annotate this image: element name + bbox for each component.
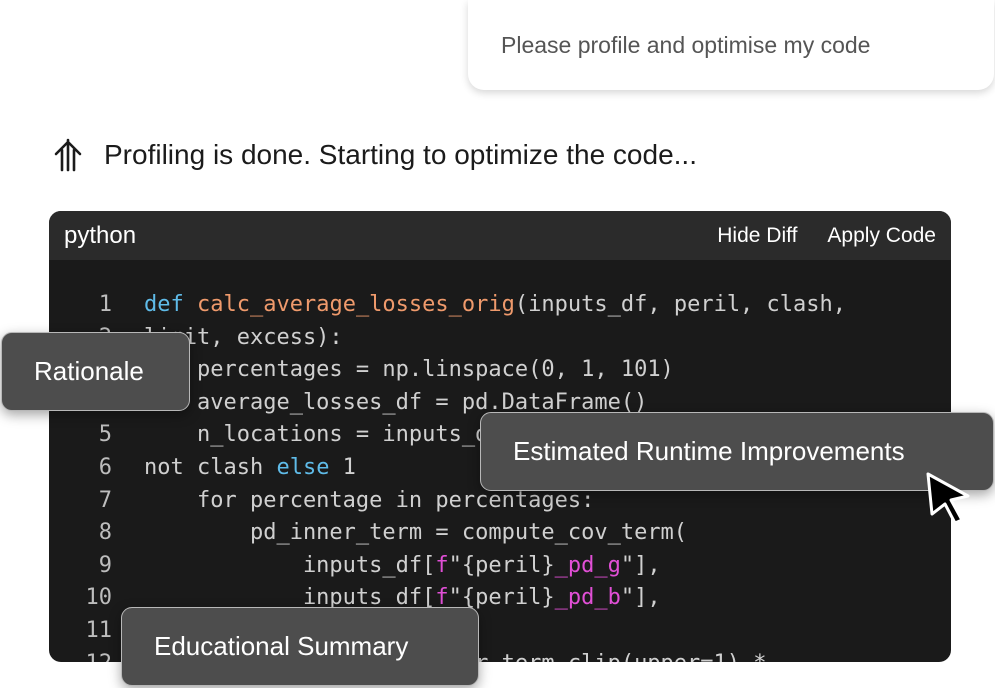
line-number: 5	[98, 422, 112, 448]
line-number: 12	[49, 648, 113, 662]
code-token: for percentage in percentages:	[144, 487, 595, 513]
code-token: _pd_g	[554, 552, 621, 578]
educational-summary-label: Educational Summary	[154, 631, 409, 661]
code-token: pd_inner_term = compute_cov_term(	[144, 520, 688, 546]
code-token: calc_average_losses_orig	[197, 292, 515, 317]
rationale-label: Rationale	[34, 356, 144, 386]
user-message-bubble: Please profile and optimise my code	[468, 0, 994, 90]
code-panel-header: python Hide Diff Apply Code	[49, 211, 951, 260]
code-text: pd_inner_term = compute_cov_term(	[144, 517, 687, 550]
code-text: def calc_average_losses_orig(inputs_df, …	[144, 289, 846, 322]
code-token: 1	[329, 454, 356, 480]
user-message-text: Please profile and optimise my code	[501, 32, 871, 58]
apply-code-button[interactable]: Apply Code	[827, 224, 936, 248]
code-token: f	[435, 552, 449, 578]
line-number: 11	[85, 617, 113, 643]
runtime-improvements-label: Estimated Runtime Improvements	[513, 436, 905, 466]
assistant-status: Profiling is done. Starting to optimize …	[52, 138, 697, 172]
split-arrow-icon	[52, 138, 84, 172]
runtime-improvements-button[interactable]: Estimated Runtime Improvements	[480, 412, 994, 491]
code-token: (inputs_df, peril, clash,	[514, 292, 847, 317]
mouse-pointer-icon	[924, 470, 976, 531]
code-text: percentages = np.linspace(0, 1, 101)	[144, 354, 674, 387]
code-token: "],	[620, 552, 661, 578]
code-text: inputs_df[f"{peril}_pd_g"],	[144, 550, 661, 583]
code-token: _pd_b	[554, 585, 621, 611]
line-number: 6	[98, 454, 112, 480]
code-token: def	[144, 292, 184, 317]
code-text: not clash else 1	[144, 452, 356, 485]
line-number: 1	[98, 292, 112, 317]
line-number: 9	[98, 552, 112, 578]
code-token: percentages = np.linspace(0, 1, 101)	[144, 357, 674, 383]
line-number: 10	[85, 585, 113, 611]
educational-summary-button[interactable]: Educational Summary	[121, 607, 479, 686]
line-number: 7	[98, 487, 112, 513]
rationale-button[interactable]: Rationale	[1, 332, 190, 411]
code-token: not clash	[144, 454, 277, 480]
code-line: 1 def calc_average_losses_orig(inputs_df,…	[49, 289, 951, 322]
code-token: inputs_df[	[144, 552, 436, 578]
code-token: "{peril}	[448, 552, 555, 578]
status-text: Profiling is done. Starting to optimize …	[104, 139, 697, 170]
code-line: 9 inputs_df[f"{peril}_pd_g"],	[49, 550, 951, 583]
code-token: "],	[620, 585, 661, 611]
code-line: 8 pd_inner_term = compute_cov_term(	[49, 517, 951, 550]
line-number: 8	[98, 520, 112, 546]
hide-diff-button[interactable]: Hide Diff	[717, 224, 797, 248]
code-language-label: python	[64, 221, 137, 249]
code-token: else	[276, 454, 330, 480]
